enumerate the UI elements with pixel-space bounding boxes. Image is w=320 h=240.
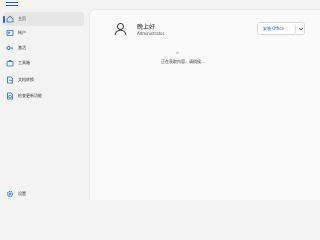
toolbox-icon — [6, 59, 14, 67]
chevron-down-icon[interactable] — [298, 26, 304, 32]
main-panel: 晚上好 Administrator 安装 Office 正在获取内容，请稍候… — [89, 9, 320, 200]
sidebar-item-settings[interactable]: 设置 — [3, 189, 26, 199]
sidebar-item-label: 文档转换 — [18, 77, 34, 82]
sidebar-item-home[interactable]: 主页 — [3, 12, 84, 26]
install-office-label: 安装 Office — [263, 25, 284, 31]
app-window: 主页 帐户 激活 工具箱 文档转换 检查更新功能 设置 晚上好 Administ… — [0, 0, 320, 200]
gear-icon — [6, 190, 14, 198]
document-convert-icon — [6, 76, 14, 84]
sidebar-item-toolbox[interactable]: 工具箱 — [3, 56, 84, 70]
greeting-text: 晚上好 — [137, 24, 156, 31]
user-avatar-icon — [114, 22, 127, 36]
key-icon — [6, 44, 14, 52]
account-icon — [6, 29, 14, 37]
sidebar-item-label: 检查更新功能 — [18, 93, 42, 98]
sidebar-item-account[interactable]: 帐户 — [3, 26, 84, 40]
sidebar-item-label: 工具箱 — [18, 60, 30, 65]
home-icon — [6, 15, 14, 23]
sidebar: 主页 帐户 激活 工具箱 文档转换 检查更新功能 设置 — [0, 0, 84, 200]
sidebar-item-update-check[interactable]: 检查更新功能 — [3, 89, 84, 103]
sidebar-item-document-convert[interactable]: 文档转换 — [3, 73, 84, 87]
install-office-button[interactable]: 安装 Office — [257, 22, 305, 35]
sidebar-item-label: 激活 — [18, 45, 26, 50]
sidebar-item-label: 主页 — [18, 16, 26, 21]
settings-label: 设置 — [18, 191, 26, 196]
hamburger-menu-icon[interactable] — [6, 0, 18, 9]
username-text: Administrator — [137, 31, 165, 36]
sidebar-item-label: 帐户 — [18, 30, 26, 35]
button-divider — [295, 25, 296, 33]
loading-status-text: 正在获取内容，请稍候… — [161, 59, 205, 64]
loading-spinner-icon — [176, 52, 179, 55]
sidebar-item-activate[interactable]: 激活 — [3, 41, 84, 55]
update-document-icon — [6, 92, 14, 100]
